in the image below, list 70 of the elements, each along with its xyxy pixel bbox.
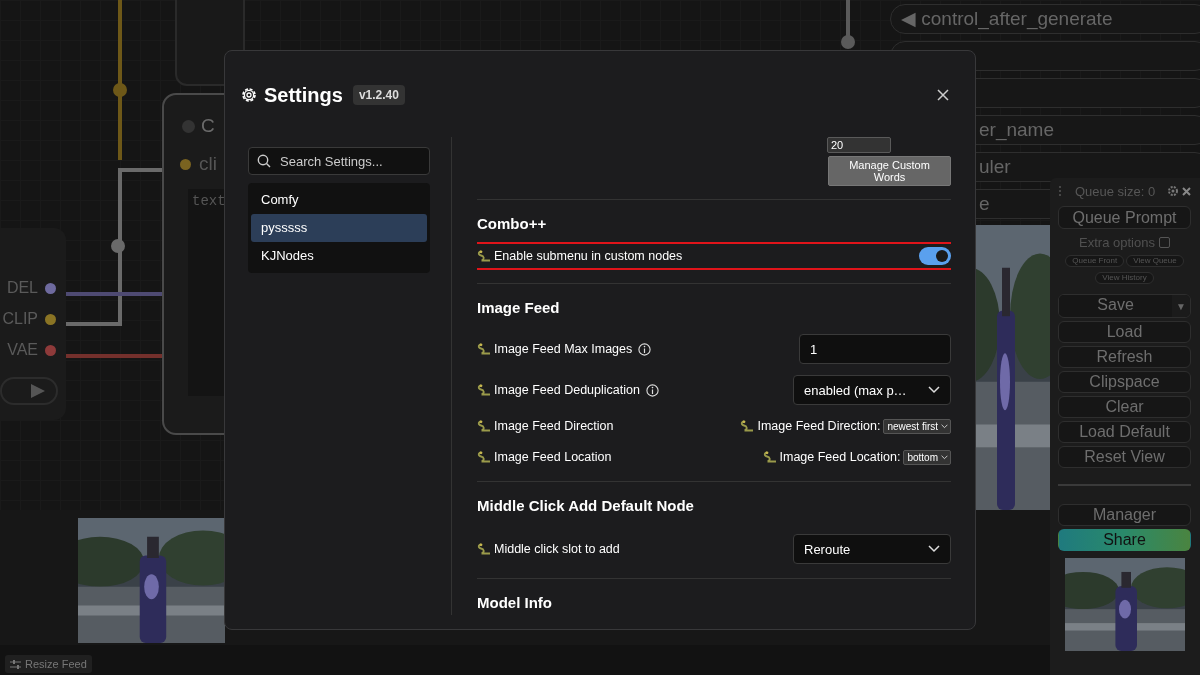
snake-icon (740, 420, 755, 432)
widget-field[interactable]: ◀ control_after_generate (890, 4, 1200, 34)
resize-feed-button[interactable]: Resize Feed (5, 655, 92, 673)
menu-button[interactable]: Load (1058, 321, 1191, 343)
snake-icon (762, 451, 777, 463)
share-button[interactable]: Share (1058, 529, 1191, 551)
setting-label: Image Feed Deduplication (494, 383, 640, 397)
section-heading: Image Feed (477, 299, 561, 316)
category-item[interactable]: pysssss (251, 214, 427, 242)
dropdown-button[interactable]: ▼ (1172, 295, 1190, 317)
manage-words-button[interactable]: Manage Custom Words (828, 156, 951, 186)
output-label: CLIP (2, 310, 38, 328)
version-badge: v1.2.40 (352, 85, 405, 105)
output-label: VAE (7, 341, 38, 359)
section-heading: Combo++ (477, 215, 548, 232)
number-field[interactable]: 1 (799, 334, 951, 364)
menu-button[interactable]: Clipspace (1058, 371, 1191, 393)
search-field[interactable]: Search Settings... (248, 147, 430, 175)
snake-icon (477, 420, 491, 432)
queue-prompt-button[interactable]: Queue Prompt (1058, 206, 1191, 229)
input-slot[interactable] (180, 158, 191, 170)
output-label: DEL (6, 279, 38, 297)
menu-button[interactable]: Reset View (1058, 446, 1191, 468)
setting-label: Image Feed Location (494, 450, 612, 464)
search-icon (257, 154, 271, 168)
section-heading: Middle Click Add Default Node (477, 497, 695, 514)
play-icon (30, 383, 46, 399)
input-label: cli (199, 153, 217, 175)
output-slot[interactable] (45, 344, 56, 356)
setting-label: Middle click slot to add (494, 542, 620, 556)
setting-label: Image Feed Direction (494, 419, 614, 433)
settings-icon (240, 86, 258, 104)
chevron-icon (928, 386, 940, 394)
snake-icon (477, 250, 491, 262)
dropdown[interactable]: bottom (903, 449, 951, 465)
dropdown[interactable]: enabled (max p… (793, 375, 951, 405)
node-title: C (201, 115, 215, 137)
settings-icon[interactable] (1168, 186, 1178, 196)
toggle-switch[interactable] (919, 247, 951, 265)
output-slot[interactable] (45, 313, 56, 325)
setting-label: Image Feed Direction: (757, 419, 881, 433)
section-heading: Model Info (477, 594, 553, 611)
chevron-icon (941, 423, 948, 429)
chevron-icon (928, 545, 940, 553)
setting-label: Image Feed Max Images (494, 342, 633, 356)
close-icon[interactable] (1182, 186, 1191, 196)
checkbox[interactable] (1158, 237, 1170, 248)
setting-label: Enable submenu in custom nodes (494, 249, 683, 263)
setting-label: Image Feed Location: (779, 450, 901, 464)
menu-button[interactable]: Load Default (1058, 421, 1191, 443)
output-slot[interactable] (45, 282, 56, 294)
dialog-title: Settings (264, 83, 343, 107)
chevron-icon (941, 454, 948, 460)
dropdown[interactable]: Reroute (793, 534, 951, 564)
wire (841, 0, 855, 49)
sliders-icon (10, 659, 21, 669)
dropdown[interactable]: newest first (883, 418, 951, 434)
snake-icon (477, 451, 491, 463)
collapse-dot[interactable] (182, 119, 195, 133)
menu-button[interactable]: Refresh (1058, 346, 1191, 368)
snake-icon (477, 384, 491, 396)
menu-button[interactable]: Clear (1058, 396, 1191, 418)
drag-handle-icon[interactable] (1058, 185, 1062, 197)
run-button[interactable] (0, 377, 58, 405)
menu-button[interactable]: Manager (1058, 504, 1191, 526)
snake-icon (477, 343, 491, 355)
number-field[interactable]: 20 (827, 137, 891, 153)
snake-icon (477, 543, 491, 555)
close-icon[interactable] (937, 89, 949, 101)
graph-node[interactable]: DEL CLIP VAE (0, 228, 66, 420)
